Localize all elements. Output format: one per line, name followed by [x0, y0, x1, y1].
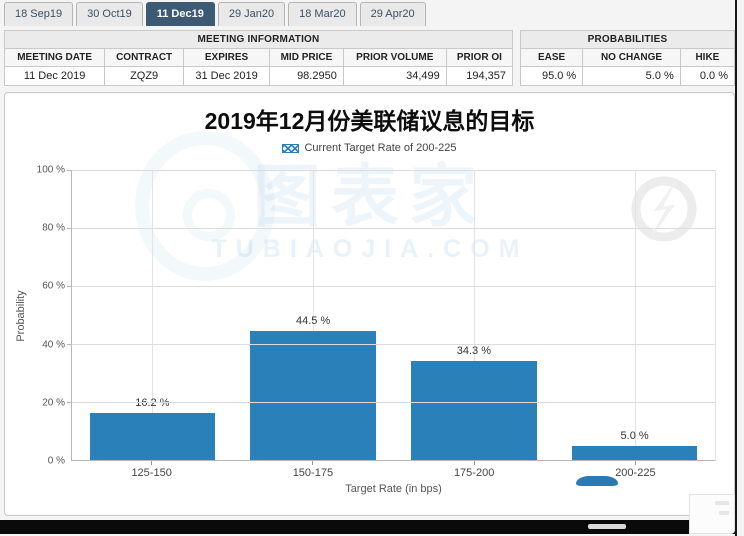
tab-strip: 18 Sep19 30 Oct19 11 Dec19 29 Jan20 18 Mar20…: [0, 0, 744, 26]
plot-wrap: Probability 100 % 80 % 60 % 40 % 20 % 0 % 16.…: [13, 165, 716, 467]
column-header: CONTRACT: [104, 48, 185, 67]
cell-value: 194,357: [445, 66, 514, 86]
probabilities-row: 95.0 % 5.0 % 0.0 %: [519, 66, 736, 86]
meeting-info-columns: MEETING DATE CONTRACT EXPIRES MID PRICE PRIO…: [3, 48, 514, 67]
tables-row: MEETING INFORMATION MEETING DATE CONTRACT…: [3, 30, 736, 86]
right-edge-pad: [737, 0, 744, 536]
tab-18-mar20[interactable]: 18 Mar20: [288, 2, 357, 26]
cell-value: 95.0 %: [519, 66, 584, 86]
bar-slot-150-175: 44.5 %: [233, 170, 394, 460]
x-axis-cells: 125-150 150-175 175-200 200-225: [71, 461, 716, 479]
bar-value-label: 44.5 %: [296, 314, 331, 327]
meeting-info-table: MEETING INFORMATION MEETING DATE CONTRACT…: [3, 30, 514, 86]
bar-slot-125-150: 16.2 %: [72, 170, 233, 460]
bar-slot-200-225: 5.0 %: [554, 170, 715, 460]
cell-value: 31 Dec 2019: [183, 66, 271, 86]
tab-29-apr20[interactable]: 29 Apr20: [359, 2, 426, 26]
column-header: MID PRICE: [269, 48, 344, 67]
probabilities-table: PROBABILITIES EASE NO CHANGE HIKE 95.0 % 5.…: [519, 30, 736, 86]
cell-value: ZQZ9: [104, 66, 185, 86]
column-header: EXPIRES: [183, 48, 271, 67]
tab-11-dec19[interactable]: 11 Dec19: [145, 2, 215, 26]
fedwatch-page: 18 Sep19 30 Oct19 11 Dec19 29 Jan20 18 Mar20…: [0, 0, 744, 536]
column-header: NO CHANGE: [582, 48, 681, 67]
tab-18-sep19[interactable]: 18 Sep19: [4, 2, 74, 26]
column-header: EASE: [519, 48, 584, 67]
column-header: HIKE: [679, 48, 736, 67]
gridline: [67, 402, 715, 403]
x-category-125-150: 125-150: [71, 461, 232, 479]
cell-value: 5.0 %: [582, 66, 681, 86]
y-tick-label: 100 %: [36, 164, 65, 176]
y-tick-label: 20 %: [42, 397, 65, 409]
x-tick-mark: [312, 461, 314, 465]
column-header: MEETING DATE: [3, 48, 106, 67]
meeting-info-row: 11 Dec 2019 ZQZ9 31 Dec 2019 98.2950 34,499 1…: [3, 66, 514, 86]
gridline: [67, 286, 715, 287]
x-category-150-175: 150-175: [232, 461, 393, 479]
chart-title: 2019年12月份美联储议息的目标: [204, 108, 535, 134]
chart-panel: 2019年12月份美联储议息的目标 Current Target Rate of…: [4, 92, 735, 516]
x-category-label: 175-200: [453, 467, 495, 479]
bar-125-150[interactable]: [89, 413, 216, 460]
gridline: [67, 170, 715, 171]
right-edge-line: [735, 0, 737, 536]
legend-hatch-swatch-icon: [282, 143, 300, 153]
y-axis-ticks: 100 % 80 % 60 % 40 % 20 % 0 %: [29, 165, 71, 467]
blue-blob-artifact: [576, 476, 618, 486]
x-category-200-225: 200-225: [555, 461, 716, 479]
y-tick-label: 40 %: [42, 339, 65, 351]
tab-30-oct19[interactable]: 30 Oct19: [76, 2, 143, 26]
x-category-label: 150-175: [292, 467, 334, 479]
probabilities-columns: EASE NO CHANGE HIKE: [519, 48, 736, 67]
cell-value: 98.2950: [269, 66, 344, 86]
gridline: [67, 228, 715, 229]
probabilities-title: PROBABILITIES: [520, 30, 735, 49]
legend-label: Current Target Rate of 200-225: [304, 142, 457, 154]
bar-slots: 16.2 % 44.5 % 34.3 % 5.0 %: [72, 170, 715, 460]
cell-value: 11 Dec 2019: [3, 66, 106, 86]
bar-slot-175-200: 34.3 %: [394, 170, 555, 460]
plot-area: 16.2 % 44.5 % 34.3 % 5.0 %: [67, 170, 716, 461]
y-tick-label: 80 %: [42, 222, 65, 234]
y-tick-label: 60 %: [42, 280, 65, 292]
x-category-label: 125-150: [131, 467, 172, 479]
x-axis-title: Target Rate (in bps): [345, 483, 442, 495]
y-axis-title: Probability: [15, 289, 27, 342]
bar-value-label: 5.0 %: [620, 429, 649, 442]
bar-200-225[interactable]: [571, 445, 698, 460]
bottom-right-corner-box: [689, 494, 735, 534]
vertical-gridline: [634, 170, 636, 460]
column-header: PRIOR OI: [445, 48, 514, 67]
x-category-175-200: 175-200: [394, 461, 555, 479]
x-tick-mark: [473, 461, 475, 465]
bottom-bar-dash: [588, 524, 626, 529]
bar-175-200[interactable]: [411, 360, 537, 460]
gridline: [67, 344, 715, 345]
bar-150-175[interactable]: [250, 330, 376, 460]
cell-value: 0.0 %: [679, 66, 736, 86]
tab-29-jan20[interactable]: 29 Jan20: [217, 2, 286, 26]
y-tick-label: 0 %: [47, 455, 65, 467]
x-tick-mark: [634, 461, 636, 465]
bar-value-label: 34.3 %: [456, 344, 491, 357]
chart-legend: Current Target Rate of 200-225: [5, 142, 734, 154]
cell-value: 34,499: [342, 66, 447, 86]
x-tick-mark: [151, 461, 153, 465]
bar-value-label: 16.2 %: [135, 397, 170, 410]
meeting-info-title: MEETING INFORMATION: [4, 30, 513, 49]
column-header: PRIOR VOLUME: [342, 48, 447, 67]
